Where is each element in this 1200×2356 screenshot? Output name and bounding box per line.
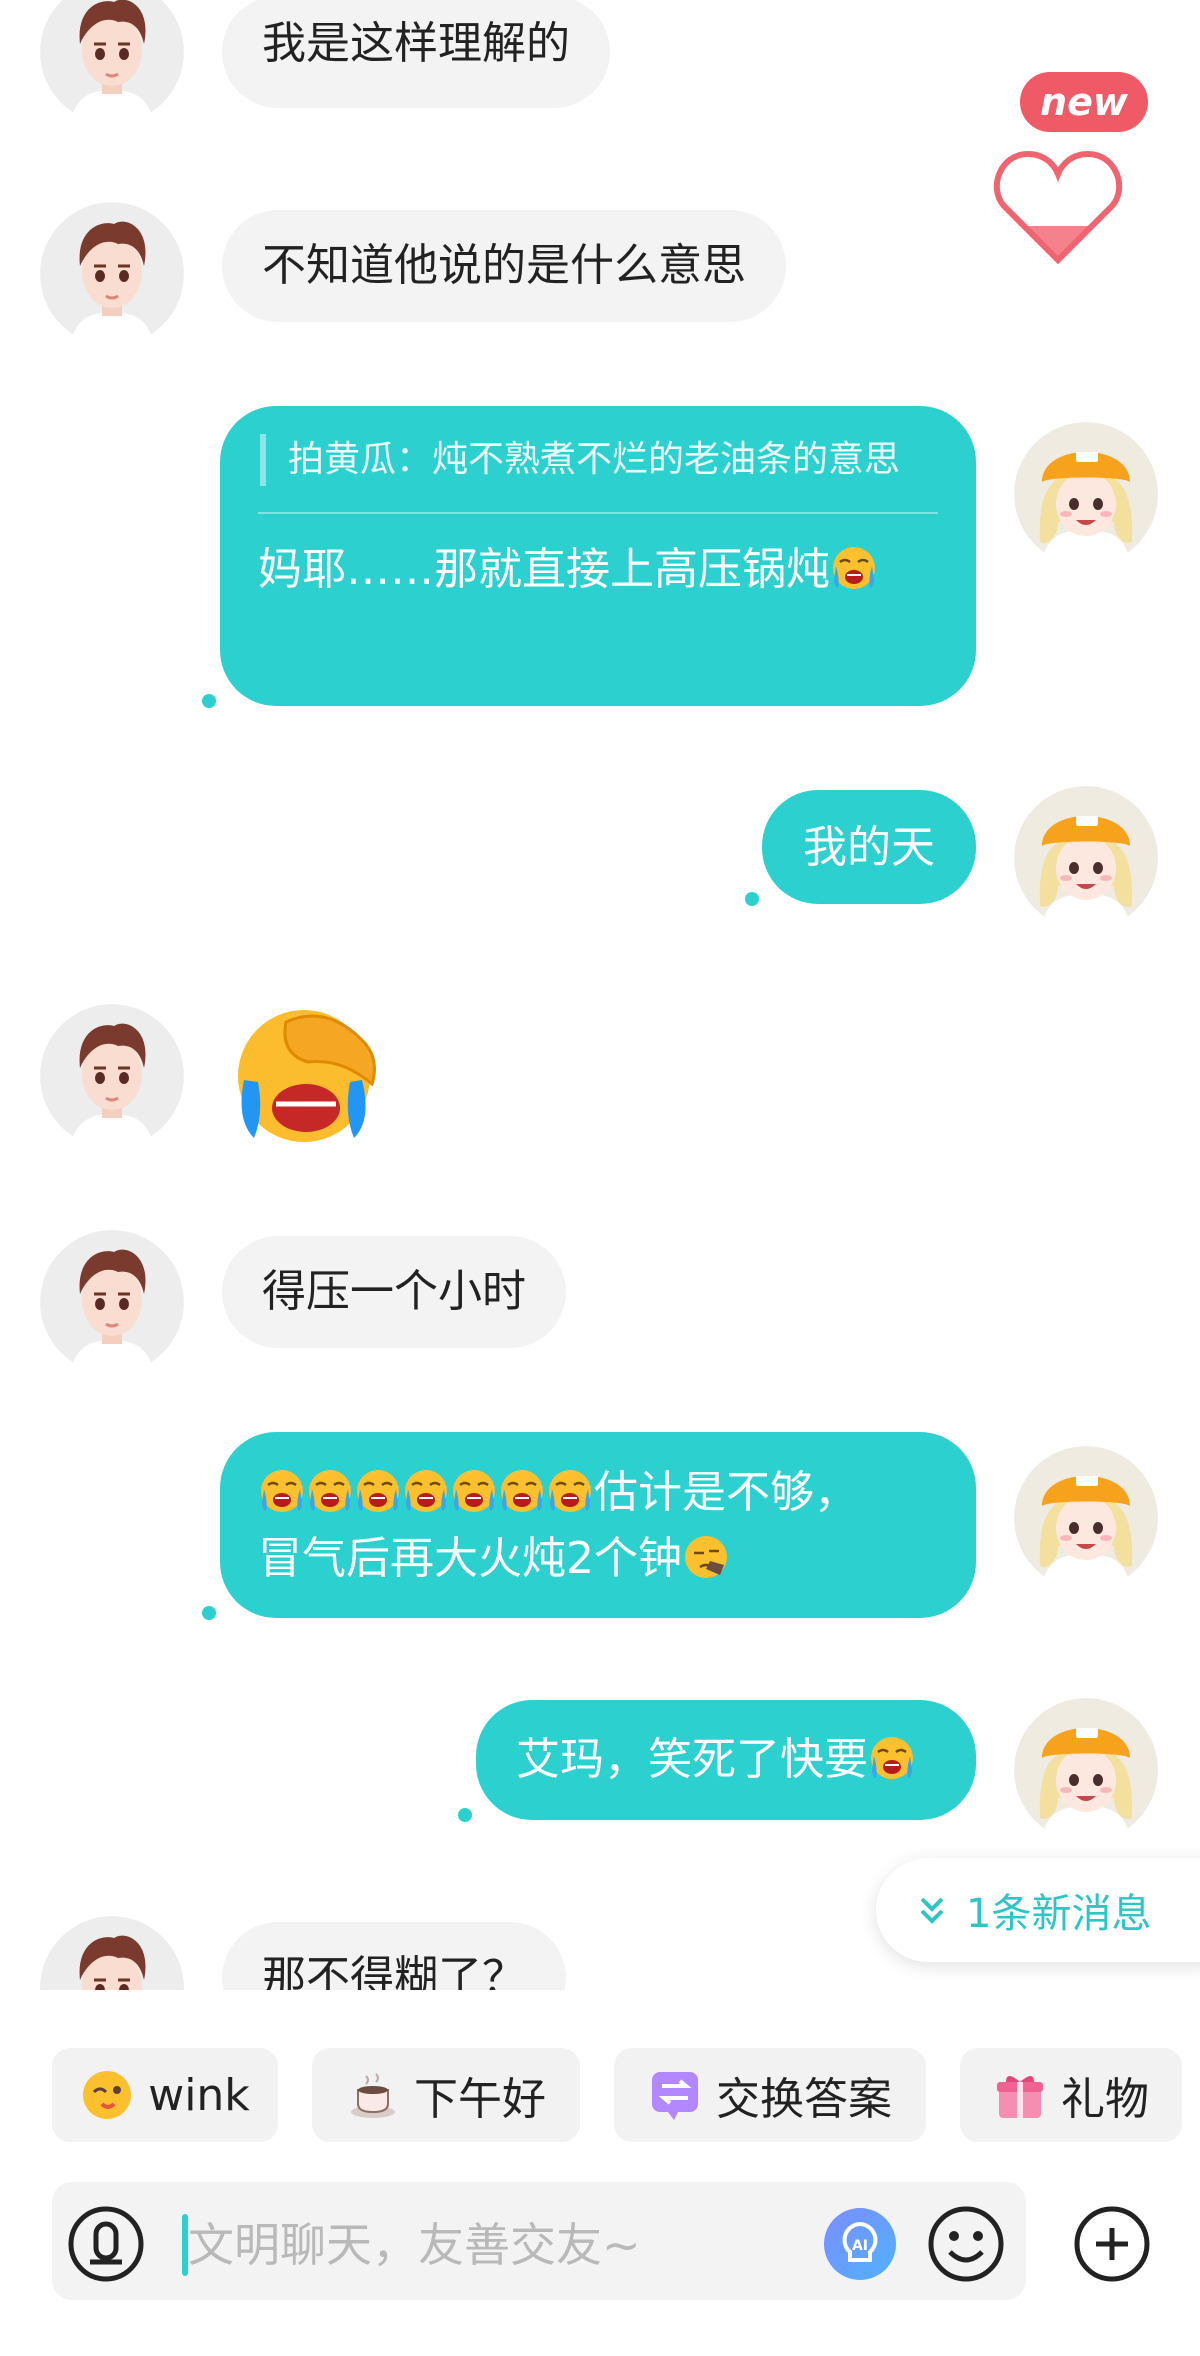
quoted-message: 拍黄瓜：炖不熟煮不烂的老油条的意思 [260, 434, 938, 486]
sneaky-face-emoji-icon [682, 1533, 730, 1581]
contact-avatar[interactable] [40, 0, 184, 124]
new-messages-label: 1条新消息 [966, 1891, 1152, 1937]
emoji-picker-icon[interactable] [926, 2204, 1006, 2284]
message-text: 妈耶……那就直接上高压锅炖 [258, 544, 830, 595]
my-avatar[interactable] [1014, 1446, 1158, 1590]
outgoing-message-bubble[interactable]: 估计是不够， 冒气后再大火炖2个钟 [220, 1432, 976, 1618]
crying-laughing-emoji-icon [402, 1467, 450, 1515]
outgoing-message-bubble[interactable]: 艾玛，笑死了快要 [476, 1700, 976, 1820]
gift-icon [997, 2076, 1043, 2118]
message-text: 我是这样理解的 [262, 18, 570, 69]
new-badge[interactable]: new [1020, 72, 1148, 132]
crying-laughing-emoji-icon [306, 1467, 354, 1515]
exchange-icon [652, 2072, 698, 2120]
message-text: 冒气后再大火炖2个钟 [258, 1533, 682, 1584]
outgoing-message-bubble[interactable]: 拍黄瓜：炖不熟煮不烂的老油条的意思 妈耶……那就直接上高压锅炖 [220, 406, 976, 706]
input-placeholder[interactable]: 文明聊天，友善交友~ [188, 2212, 641, 2278]
incoming-message-bubble[interactable]: 不知道他说的是什么意思 [222, 210, 786, 322]
coffee-cup-icon [351, 2073, 395, 2118]
wink-face-icon [83, 2071, 132, 2119]
double-chevron-down-icon [920, 1897, 944, 1924]
bottom-panel [0, 1990, 1200, 2356]
outgoing-message-bubble[interactable]: 我的天 [762, 790, 976, 904]
incoming-message-bubble[interactable]: 我是这样理解的 [222, 0, 610, 108]
quick-action-good-afternoon[interactable]: 下午好 [312, 2048, 580, 2142]
heart-icon[interactable] [992, 148, 1124, 268]
message-text: 得压一个小时 [262, 1266, 526, 1317]
ai-assistant-icon[interactable]: AI [822, 2206, 898, 2282]
crying-laughing-emoji-icon [830, 544, 878, 592]
crying-laughing-emoji-icon [450, 1467, 498, 1515]
bubble-tail [745, 892, 759, 906]
my-avatar[interactable] [1014, 1698, 1158, 1842]
crying-laughing-emoji-icon [354, 1467, 402, 1515]
quick-action-wink[interactable]: wink [52, 2048, 278, 2142]
contact-avatar[interactable] [40, 1230, 184, 1374]
voice-input-icon[interactable] [66, 2204, 146, 2284]
contact-avatar[interactable] [40, 1004, 184, 1148]
my-avatar[interactable] [1014, 422, 1158, 566]
quick-action-gift[interactable]: 礼物 [960, 2048, 1182, 2142]
message-text: 艾玛，笑死了快要 [516, 1734, 868, 1785]
quick-action-exchange-answers[interactable]: 交换答案 [614, 2048, 926, 2142]
crying-laughing-emoji-icon [546, 1467, 594, 1515]
quote-divider [258, 512, 938, 514]
crying-laughing-emoji-icon [868, 1734, 916, 1782]
bubble-tail [202, 1606, 216, 1620]
my-avatar[interactable] [1014, 786, 1158, 930]
bubble-tail [202, 694, 216, 708]
new-messages-button[interactable]: 1条新消息 [876, 1858, 1200, 1962]
incoming-message-bubble[interactable]: 得压一个小时 [222, 1236, 566, 1348]
contact-avatar[interactable] [40, 202, 184, 346]
message-text: 估计是不够， [594, 1467, 858, 1518]
crying-laughing-emoji-icon [258, 1467, 306, 1515]
message-text: 不知道他说的是什么意思 [262, 240, 746, 291]
message-text: 我的天 [803, 822, 935, 873]
svg-text:AI: AI [852, 2238, 868, 2254]
facepalm-crying-emoji-icon[interactable] [226, 1000, 388, 1146]
bubble-tail [458, 1808, 472, 1822]
crying-laughing-emoji-icon [498, 1467, 546, 1515]
add-more-icon[interactable] [1072, 2204, 1152, 2284]
